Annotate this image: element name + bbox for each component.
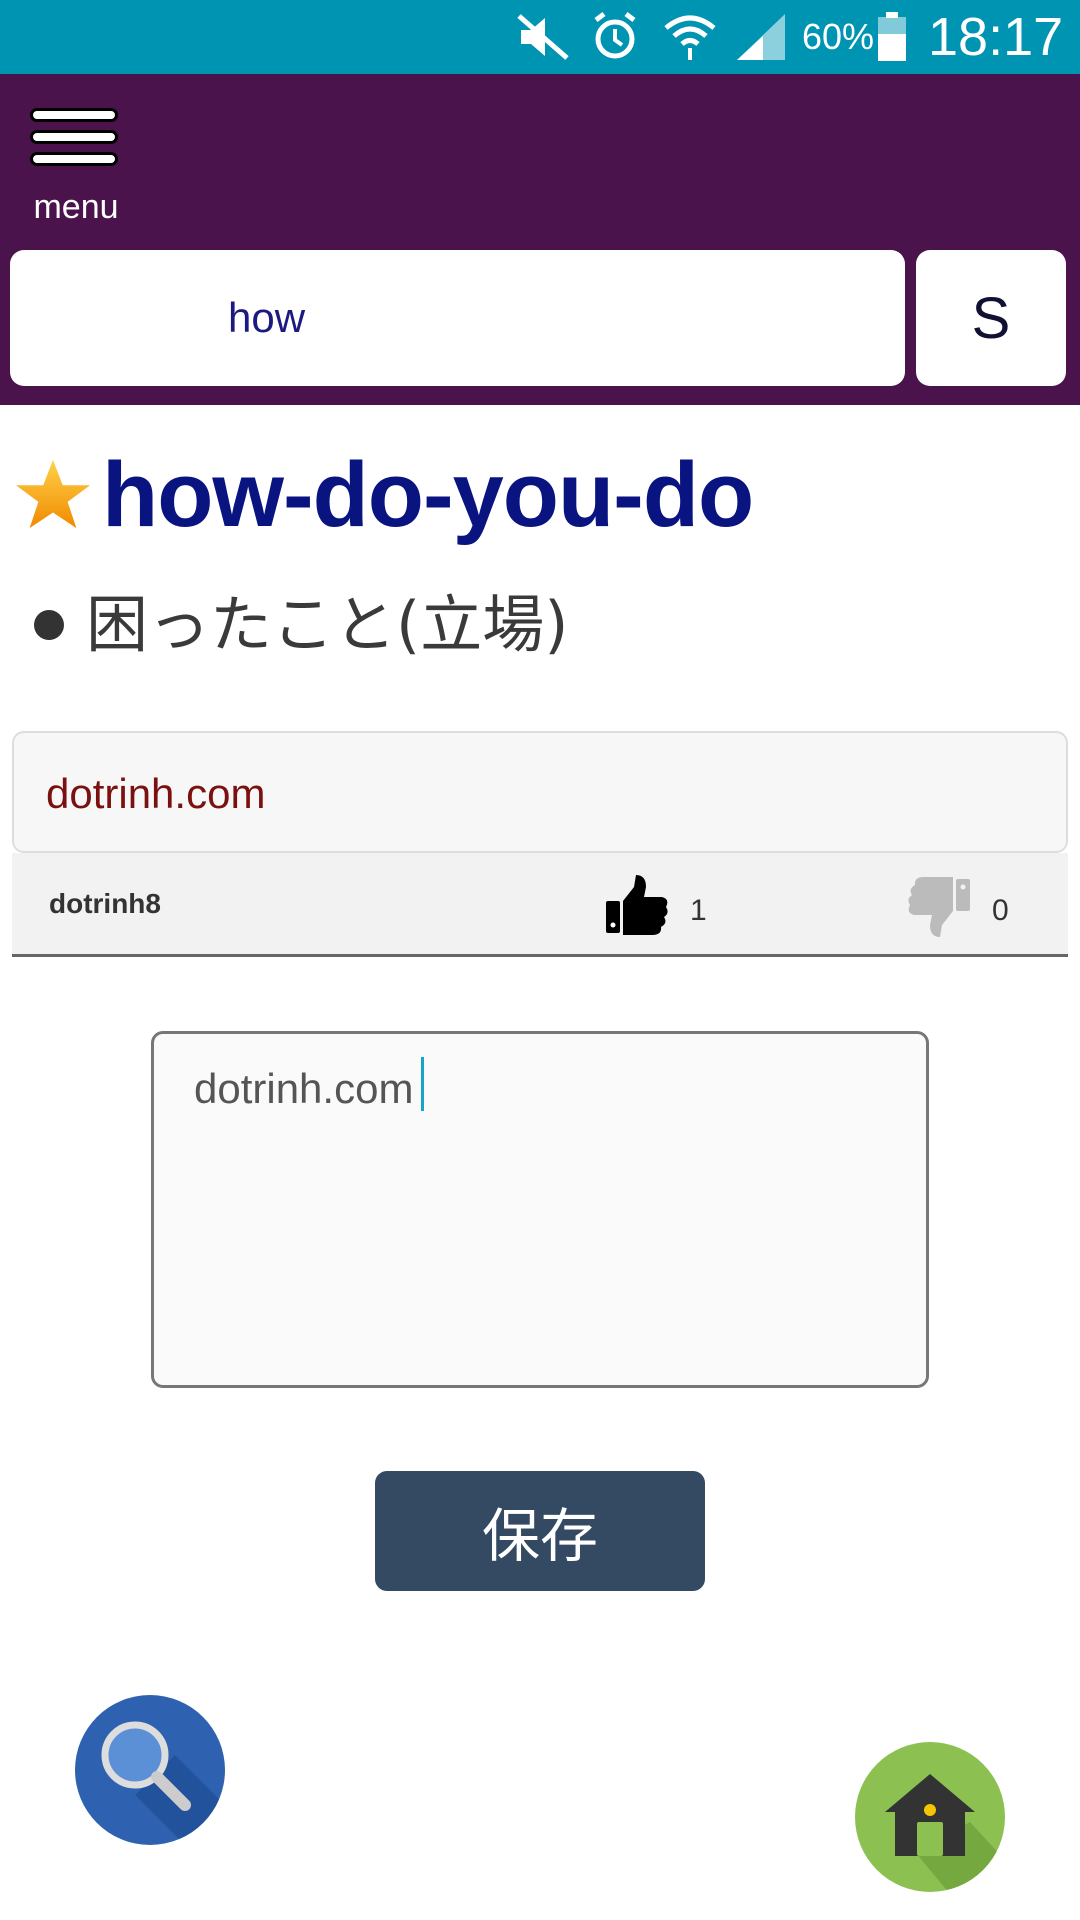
comment-author: dotrinh8	[49, 888, 161, 919]
clock: 18:17	[928, 7, 1064, 67]
search-submit-button[interactable]: S	[916, 250, 1066, 386]
mute-icon	[517, 14, 569, 60]
meaning-item: 困ったこと(立場)	[34, 585, 568, 665]
signal-icon	[737, 14, 785, 60]
search-fab[interactable]	[75, 1695, 225, 1845]
favorite-star-icon[interactable]	[14, 456, 92, 534]
comment-text: dotrinh.com	[46, 770, 266, 817]
magnifier-icon	[101, 1721, 225, 1845]
menu-label: menu	[33, 188, 119, 226]
wifi-icon	[664, 15, 716, 60]
save-button[interactable]: 保存	[375, 1471, 705, 1591]
battery-percent: 60%	[802, 16, 875, 57]
search-input[interactable]	[10, 250, 905, 386]
search-box	[10, 250, 905, 386]
battery-icon	[878, 12, 906, 61]
status-bar: 60% 18:17	[0, 0, 1080, 74]
meaning-text: 困ったこと(立場)	[86, 588, 569, 661]
text-cursor	[421, 1057, 424, 1111]
app-header: menu S	[0, 74, 1080, 405]
comment-edit-textarea[interactable]: dotrinh.com	[151, 1031, 929, 1388]
home-fab[interactable]	[855, 1742, 1005, 1892]
word-heading: how-do-you-do	[14, 444, 754, 546]
home-icon	[885, 1774, 1005, 1892]
comment-meta: dotrinh8 1 0	[12, 853, 1068, 957]
thumbs-up-icon[interactable]	[604, 873, 674, 937]
alarm-icon	[594, 12, 636, 59]
menu-button[interactable]: menu	[18, 98, 134, 226]
bullet-dot	[34, 610, 64, 640]
like-count: 1	[690, 894, 707, 927]
comment-card: dotrinh.com	[12, 731, 1068, 853]
word-title: how-do-you-do	[102, 444, 754, 546]
dislike-count: 0	[992, 894, 1009, 927]
thumbs-down-icon[interactable]	[902, 875, 972, 939]
